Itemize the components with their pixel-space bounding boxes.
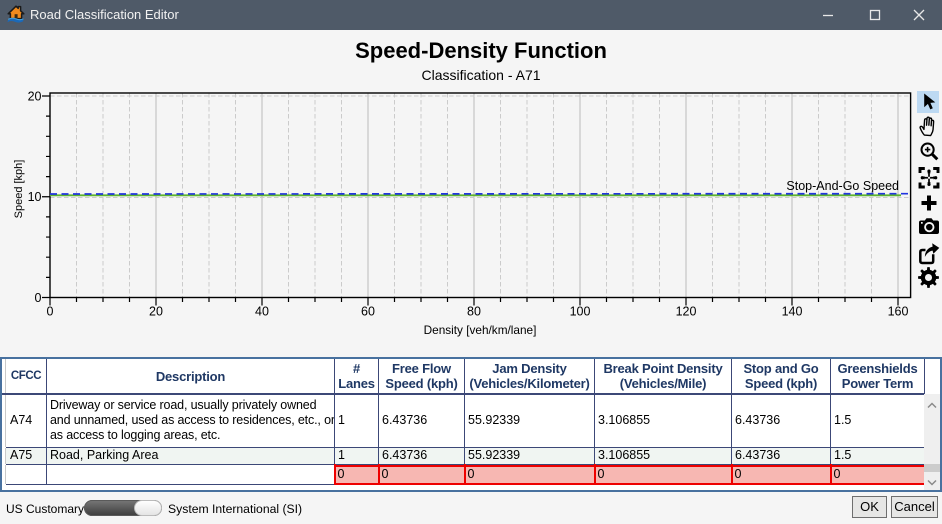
- svg-text:10: 10: [28, 190, 42, 204]
- svg-text:160: 160: [888, 305, 909, 319]
- svg-text:60: 60: [361, 305, 375, 319]
- svg-text:40: 40: [255, 305, 269, 319]
- svg-text:80: 80: [467, 305, 481, 319]
- svg-text:20: 20: [149, 305, 163, 319]
- svg-text:20: 20: [28, 89, 42, 103]
- svg-text:Density [veh/km/lane]: Density [veh/km/lane]: [424, 323, 537, 337]
- svg-text:100: 100: [570, 305, 591, 319]
- svg-text:Speed [kph]: Speed [kph]: [13, 160, 25, 219]
- svg-text:0: 0: [47, 305, 54, 319]
- svg-text:Stop-And-Go Speed: Stop-And-Go Speed: [786, 179, 899, 193]
- svg-text:140: 140: [782, 305, 803, 319]
- svg-text:0: 0: [35, 291, 42, 305]
- svg-text:120: 120: [676, 305, 697, 319]
